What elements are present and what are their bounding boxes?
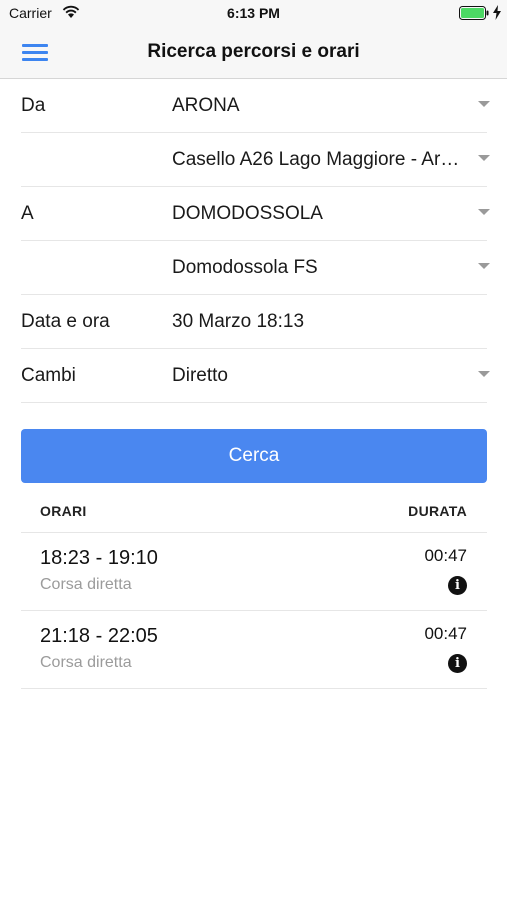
info-icon[interactable]: i: [448, 576, 467, 595]
charging-bolt-icon: [493, 5, 501, 20]
changes-select[interactable]: Cambi Diretto: [21, 349, 490, 403]
from-label: Da: [21, 95, 46, 116]
status-bar: Carrier 6:13 PM: [0, 0, 507, 27]
to-label: A: [21, 203, 34, 224]
result-row[interactable]: 18:23 - 19:10 Corsa diretta 00:47 i: [21, 533, 487, 611]
from-city-select[interactable]: Da ARONA: [21, 79, 490, 133]
status-time: 6:13 PM: [227, 5, 280, 21]
from-city-value: ARONA: [172, 95, 240, 116]
route-search-form: Da ARONA Casello A26 Lago Maggiore - Aro…: [0, 79, 507, 403]
dropdown-arrow-icon: [478, 209, 490, 215]
dropdown-arrow-icon: [478, 101, 490, 107]
to-stop-value: Domodossola FS: [172, 257, 318, 278]
result-duration: 00:47: [424, 624, 467, 643]
result-type: Corsa diretta: [40, 654, 132, 671]
search-button[interactable]: Cerca: [21, 429, 487, 483]
datetime-field[interactable]: Data e ora 30 Marzo 18:13: [21, 295, 487, 349]
from-stop-select[interactable]: Casello A26 Lago Maggiore - Arona: [21, 133, 490, 187]
from-stop-value: Casello A26 Lago Maggiore - Arona: [172, 149, 466, 170]
result-type: Corsa diretta: [40, 576, 132, 593]
dropdown-arrow-icon: [478, 371, 490, 377]
to-city-select[interactable]: A DOMODOSSOLA: [21, 187, 490, 241]
page-title: Ricerca percorsi e orari: [147, 41, 360, 62]
to-city-value: DOMODOSSOLA: [172, 203, 323, 224]
to-stop-select[interactable]: Domodossola FS: [21, 241, 490, 295]
dropdown-arrow-icon: [478, 155, 490, 161]
result-duration: 00:47: [424, 546, 467, 565]
datetime-value: 30 Marzo 18:13: [172, 311, 305, 332]
results-header: ORARI DURATA: [21, 493, 487, 533]
duration-column-header: DURATA: [408, 503, 467, 519]
battery-icon: [459, 6, 489, 20]
result-row[interactable]: 21:18 - 22:05 Corsa diretta 00:47 i: [21, 611, 487, 689]
result-times: 21:18 - 22:05: [40, 625, 158, 647]
times-column-header: ORARI: [40, 503, 87, 519]
info-icon[interactable]: i: [448, 654, 467, 673]
changes-label: Cambi: [21, 365, 76, 386]
result-times: 18:23 - 19:10: [40, 547, 158, 569]
datetime-label: Data e ora: [21, 311, 110, 332]
navigation-bar: Ricerca percorsi e orari: [0, 27, 507, 79]
dropdown-arrow-icon: [478, 263, 490, 269]
changes-value: Diretto: [172, 365, 228, 386]
